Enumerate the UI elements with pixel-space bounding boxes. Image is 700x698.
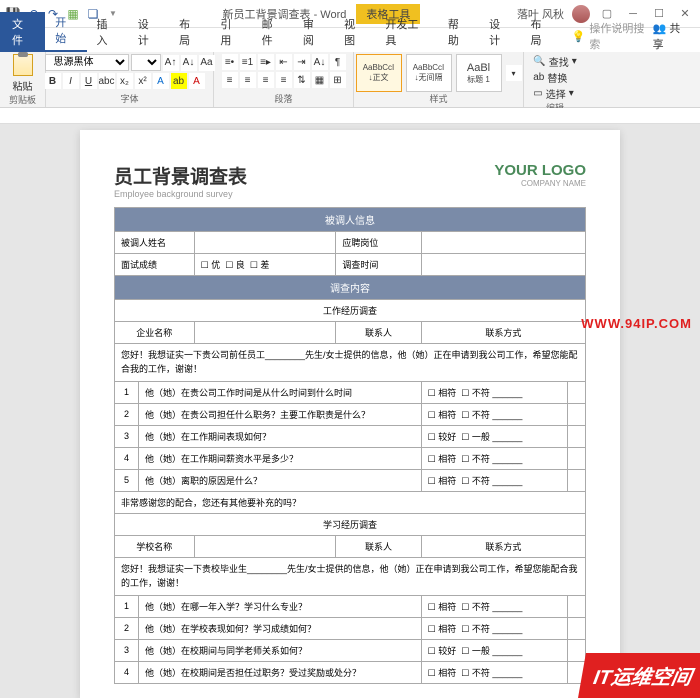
- tell-me-search[interactable]: 💡操作说明搜索: [572, 20, 653, 52]
- increase-indent-icon[interactable]: ⇥: [294, 54, 310, 70]
- table-row[interactable]: 4他（她）在校期间是否担任过职务？受过奖励或处分？相符 不符 ______: [115, 661, 586, 683]
- style-no-spacing[interactable]: AaBbCcI↓无间隔: [406, 54, 452, 92]
- styles-more-icon[interactable]: ▾: [506, 65, 522, 81]
- horizontal-ruler[interactable]: [0, 108, 700, 124]
- company-name-placeholder[interactable]: COMPANY NAME: [494, 179, 586, 188]
- style-normal[interactable]: AaBbCcI↓正文: [356, 54, 402, 92]
- group-editing: 🔍查找▾ ab替换 ▭选择▾ 编辑: [524, 52, 586, 107]
- tab-file[interactable]: 文件: [0, 12, 45, 52]
- tab-table-layout[interactable]: 布局: [520, 12, 561, 52]
- tab-home[interactable]: 开始: [45, 10, 86, 52]
- group-font: 思源黑体 10 A↑ A↓ Aa B I U abc x₂ x² A ab A …: [46, 52, 214, 107]
- font-name-select[interactable]: 思源黑体: [45, 54, 129, 71]
- font-size-select[interactable]: 10: [131, 54, 161, 71]
- italic-button[interactable]: I: [63, 73, 79, 89]
- minimize-icon[interactable]: ─: [624, 8, 642, 20]
- logo-placeholder[interactable]: YOUR LOGO: [494, 162, 586, 179]
- decrease-indent-icon[interactable]: ⇤: [276, 54, 292, 70]
- table-row[interactable]: 5他（她）离职的原因是什么？相符 不符 ______: [115, 469, 586, 491]
- paste-button[interactable]: 粘贴: [13, 54, 33, 93]
- multilevel-icon[interactable]: ≡▸: [258, 54, 274, 70]
- table-row[interactable]: 1他（她）在哪一年入学？学习什么专业？相符 不符 ______: [115, 595, 586, 617]
- table-row[interactable]: 4他（她）在工作期间薪资水平是多少？相符 不符 ______: [115, 447, 586, 469]
- change-case-icon[interactable]: Aa: [199, 55, 215, 71]
- tab-view[interactable]: 视图: [334, 12, 375, 52]
- tab-insert[interactable]: 插入: [87, 12, 128, 52]
- close-icon[interactable]: ✕: [676, 7, 694, 20]
- table-row[interactable]: 2他（她）在学校表现如何？学习成绩如何？相符 不符 ______: [115, 617, 586, 639]
- underline-button[interactable]: U: [81, 73, 97, 89]
- find-icon: 🔍: [533, 56, 545, 67]
- ribbon-tabs: 文件 开始 插入 设计 布局 引用 邮件 审阅 视图 开发工具 帮助 设计 布局…: [0, 28, 700, 52]
- group-paragraph: ≡• ≡1 ≡▸ ⇤ ⇥ A↓ ¶ ≡ ≡ ≡ ≡ ⇅ ▦ ⊞ 段落: [214, 52, 354, 107]
- grow-font-icon[interactable]: A↑: [163, 55, 179, 71]
- align-left-icon[interactable]: ≡: [222, 72, 238, 88]
- doc-subtitle[interactable]: Employee background survey: [114, 189, 247, 199]
- line-spacing-icon[interactable]: ⇅: [294, 72, 310, 88]
- bold-button[interactable]: B: [45, 73, 61, 89]
- align-right-icon[interactable]: ≡: [258, 72, 274, 88]
- find-button[interactable]: 🔍查找▾: [533, 54, 576, 69]
- tab-help[interactable]: 帮助: [438, 12, 479, 52]
- replace-button[interactable]: ab替换: [533, 70, 576, 85]
- table-row[interactable]: 1他（她）在贵公司工作时间是从什么时间到什么时间相符 不符 ______: [115, 381, 586, 403]
- sort-icon[interactable]: A↓: [312, 54, 328, 70]
- bullets-icon[interactable]: ≡•: [222, 54, 238, 70]
- text-effects-icon[interactable]: A: [153, 73, 169, 89]
- paste-icon: [13, 54, 33, 76]
- borders-icon[interactable]: ⊞: [330, 72, 346, 88]
- ribbon-options-icon[interactable]: ▢: [598, 7, 616, 20]
- survey-table[interactable]: 被调人信息 被调人姓名 应聘岗位 面试成绩 优 良 差 调查时间 调查内容 工作…: [114, 207, 586, 684]
- select-icon: ▭: [533, 88, 542, 99]
- page[interactable]: 员工背景调查表 Employee background survey YOUR …: [80, 130, 620, 698]
- strikethrough-button[interactable]: abc: [99, 73, 115, 89]
- group-clipboard: 粘贴 剪贴板: [0, 52, 46, 107]
- replace-icon: ab: [533, 72, 544, 83]
- tab-table-design[interactable]: 设计: [479, 12, 520, 52]
- numbering-icon[interactable]: ≡1: [240, 54, 256, 70]
- subscript-button[interactable]: x₂: [117, 73, 133, 89]
- table-row[interactable]: 3他（她）在工作期间表现如何？较好 一般 ______: [115, 425, 586, 447]
- font-color-icon[interactable]: A: [189, 73, 205, 89]
- shading-icon[interactable]: ▦: [312, 72, 328, 88]
- table-row[interactable]: 3他（她）在校期间与同学老师关系如何？较好 一般 ______: [115, 639, 586, 661]
- align-center-icon[interactable]: ≡: [240, 72, 256, 88]
- share-button[interactable]: 👥 共享: [653, 20, 690, 52]
- group-styles: AaBbCcI↓正文 AaBbCcI↓无间隔 AaBl标题 1 ▾ 样式: [354, 52, 524, 107]
- section-header[interactable]: 被调人信息: [115, 208, 586, 232]
- highlight-icon[interactable]: ab: [171, 73, 187, 89]
- tab-layout[interactable]: 布局: [169, 12, 210, 52]
- bulb-icon: 💡: [572, 30, 586, 43]
- watermark-url: WWW.94IP.COM: [581, 316, 692, 331]
- tab-review[interactable]: 审阅: [293, 12, 334, 52]
- ribbon: 粘贴 剪贴板 思源黑体 10 A↑ A↓ Aa B I U abc x₂ x² …: [0, 52, 700, 108]
- tab-developer[interactable]: 开发工具: [375, 12, 438, 52]
- tab-mailings[interactable]: 邮件: [252, 12, 293, 52]
- watermark-brand: IT运维空间: [578, 653, 700, 698]
- justify-icon[interactable]: ≡: [276, 72, 292, 88]
- tab-design[interactable]: 设计: [128, 12, 169, 52]
- maximize-icon[interactable]: ☐: [650, 7, 668, 20]
- section-header[interactable]: 调查内容: [115, 276, 586, 300]
- tab-references[interactable]: 引用: [210, 12, 251, 52]
- superscript-button[interactable]: x²: [135, 73, 151, 89]
- show-marks-icon[interactable]: ¶: [330, 54, 346, 70]
- select-button[interactable]: ▭选择▾: [533, 86, 576, 101]
- style-heading1[interactable]: AaBl标题 1: [456, 54, 502, 92]
- document-area[interactable]: 员工背景调查表 Employee background survey YOUR …: [0, 124, 700, 698]
- table-row[interactable]: 2他（她）在贵公司担任什么职务？主要工作职责是什么？相符 不符 ______: [115, 403, 586, 425]
- shrink-font-icon[interactable]: A↓: [181, 55, 197, 71]
- doc-title[interactable]: 员工背景调查表: [114, 162, 247, 189]
